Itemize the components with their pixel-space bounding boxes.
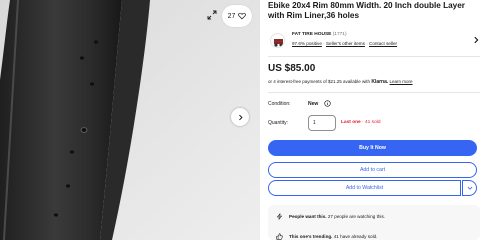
- installments-text: or 4 interest-free payments of $21.25 av…: [268, 79, 413, 85]
- condition-label: Condition:: [268, 101, 291, 107]
- quantity-label: Quantity:: [268, 120, 289, 126]
- info-icon[interactable]: [324, 100, 331, 107]
- thumbs-up-icon: [276, 233, 283, 240]
- watchlist-dropdown-button[interactable]: [462, 180, 477, 196]
- watch-count: 27: [227, 12, 236, 20]
- klarna-logo: Klarna.: [371, 79, 389, 85]
- product-photo-rim[interactable]: [0, 0, 260, 240]
- watch-count-button[interactable]: 27: [222, 5, 252, 27]
- watchlist-group: Add to Watchlist: [268, 180, 477, 196]
- trending-promo: This one's trending. 41 have already sol…: [276, 233, 377, 240]
- watching-promo: People want this. 27 people are watching…: [276, 213, 385, 220]
- divider: [268, 56, 480, 57]
- add-to-watchlist-button[interactable]: Add to Watchlist: [268, 180, 461, 196]
- listing-title: Ebike 20x4 Rim 80mm Width. 20 Inch doubl…: [268, 1, 465, 20]
- seller-info[interactable]: FAT TIRE HOUSE (1771) 97.6% positive · S…: [268, 30, 480, 52]
- seller-positive-link[interactable]: 97.6% positive: [292, 41, 322, 46]
- seller-name-row: FAT TIRE HOUSE (1771): [292, 32, 347, 37]
- heart-icon: [238, 12, 247, 20]
- image-gallery: 27: [0, 0, 260, 240]
- promo-box: People want this. 27 people are watching…: [268, 205, 480, 240]
- lightning-icon: [276, 213, 283, 220]
- sold-count: 41 sold: [365, 120, 381, 125]
- condition-value: New: [308, 101, 319, 107]
- expand-icon: [207, 10, 217, 20]
- contact-seller-link[interactable]: Contact seller: [369, 41, 397, 46]
- seller-other-items-link[interactable]: Seller's other items: [326, 41, 365, 46]
- seller-feedback-count: (1771): [332, 32, 347, 37]
- divider: [268, 92, 480, 93]
- quantity-status: Last one · 41 sold: [341, 120, 381, 125]
- next-image-button[interactable]: [231, 108, 249, 126]
- add-to-cart-button[interactable]: Add to cart: [268, 162, 477, 178]
- chevron-down-icon: [467, 186, 472, 190]
- seller-links: 97.6% positive · Seller's other items · …: [292, 41, 398, 46]
- expand-image-button[interactable]: [204, 7, 220, 23]
- chevron-right-icon: [238, 114, 243, 120]
- last-one-badge: Last one: [341, 120, 361, 125]
- learn-more-link[interactable]: Learn more: [390, 79, 413, 84]
- buy-it-now-button[interactable]: Buy It Now: [268, 140, 477, 156]
- seller-name[interactable]: FAT TIRE HOUSE: [292, 32, 331, 37]
- price: US $85.00: [268, 63, 316, 74]
- listing-panel: Ebike 20x4 Rim 80mm Width. 20 Inch doubl…: [268, 0, 480, 240]
- seller-logo: [270, 33, 285, 48]
- quantity-input[interactable]: [308, 115, 336, 131]
- chevron-right-icon: [474, 36, 479, 44]
